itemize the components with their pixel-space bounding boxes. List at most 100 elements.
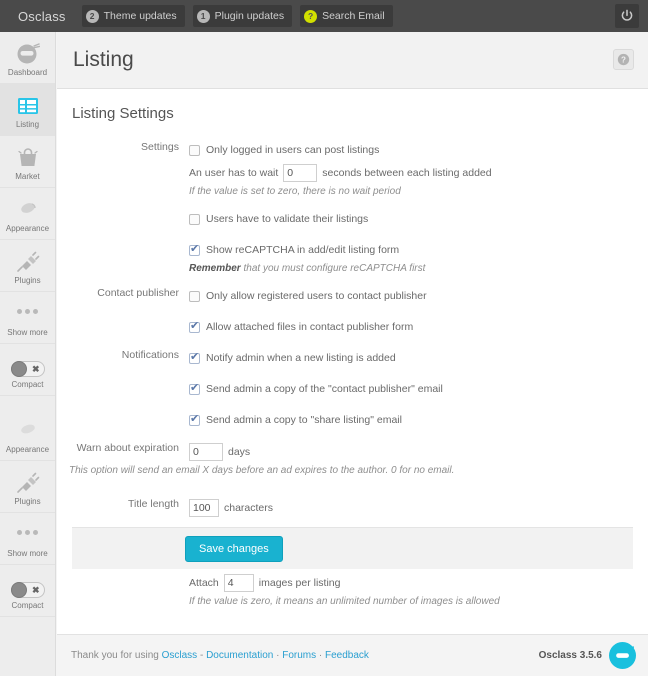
form-row-title-length: Title length characters: [57, 496, 648, 519]
copy-contact-publisher-checkbox[interactable]: [189, 381, 200, 395]
notifications-label: Notifications: [121, 349, 179, 361]
footer-link-feedback[interactable]: Feedback: [325, 650, 369, 661]
plugin-updates-label: Plugin updates: [214, 10, 285, 22]
registered-only-row[interactable]: Only allow registered users to contact p…: [189, 285, 648, 307]
sidebar-item-label: Market: [15, 171, 40, 181]
notify-admin-checkbox[interactable]: [189, 350, 200, 364]
attach-prefix-label: Attach: [189, 576, 219, 589]
sidebar-item-compact-2[interactable]: ✖ Compact: [0, 565, 55, 617]
sidebar-item-appearance[interactable]: Appearance: [0, 188, 55, 240]
sidebar-item-label: Plugins: [14, 275, 41, 285]
toggle-knob: [10, 360, 27, 377]
help-question-icon[interactable]: ?: [613, 49, 634, 70]
attach-count-input[interactable]: [223, 573, 254, 592]
recaptcha-hint-rest: that you must configure reCAPTCHA first: [240, 263, 426, 274]
footer-thanks-text: Thank you for using: [71, 650, 162, 661]
sidebar-item-listing[interactable]: Listing: [0, 84, 55, 136]
sidebar-item-label: Show more: [7, 548, 48, 558]
wait-seconds-input[interactable]: [283, 163, 318, 182]
title-length-input[interactable]: [189, 498, 219, 517]
show-recaptcha-checkbox[interactable]: [189, 242, 200, 256]
theme-updates-button[interactable]: 2 Theme updates: [81, 5, 185, 27]
expiration-days-input[interactable]: [189, 442, 223, 461]
version-label: Osclass 3.5.6: [538, 650, 602, 661]
brand-label: Osclass: [18, 8, 66, 24]
market-bag-icon: [16, 143, 40, 169]
form-row-expiration: Warn about expiration days: [57, 440, 648, 463]
attached-files-row[interactable]: Allow attached files in contact publishe…: [189, 316, 648, 338]
power-icon[interactable]: [615, 4, 639, 28]
show-recaptcha-label: Show reCAPTCHA in add/edit listing form: [206, 244, 400, 256]
osclass-ninja-logo-icon: [609, 642, 636, 669]
sidebar-item-plugins-2[interactable]: Plugins: [0, 461, 55, 513]
only-logged-in-checkbox[interactable]: [189, 144, 200, 156]
footer-sep-2: ·: [273, 650, 283, 661]
attach-count-spacer: [57, 571, 179, 609]
theme-updates-label: Theme updates: [103, 10, 177, 22]
notify-admin-row[interactable]: Notify admin when a new listing is added: [189, 347, 648, 369]
copy-contact-publisher-row[interactable]: Send admin a copy of the "contact publis…: [189, 378, 648, 400]
recaptcha-hint: Remember that you must configure reCAPTC…: [189, 261, 648, 276]
compact-toggle-2[interactable]: ✖: [10, 581, 45, 598]
attach-count-input-row: Attach images per listing: [189, 571, 648, 594]
power-glyph: [621, 9, 633, 21]
footer-link-documentation[interactable]: Documentation: [206, 650, 273, 661]
form-row-contact-publisher: Contact publisher Only allow registered …: [57, 285, 648, 338]
ellipsis-icon: [17, 299, 38, 325]
title-length-label: Title length: [128, 498, 179, 510]
svg-text:?: ?: [621, 56, 626, 65]
copy-share-listing-checkbox[interactable]: [189, 412, 200, 426]
appearance-paint-icon: [16, 416, 40, 442]
toggle-off-icon: ✖: [10, 351, 45, 377]
attach-hint: If the value is zero, it means an unlimi…: [189, 596, 500, 607]
form-row-notifications: Notifications Notify admin when a new li…: [57, 347, 648, 431]
attached-files-checkbox[interactable]: [189, 319, 200, 333]
sidebar-divider: [0, 396, 55, 409]
sidebar-item-show-more-2[interactable]: Show more: [0, 513, 55, 565]
plugins-plug-icon: [16, 247, 40, 273]
search-email-label: Search Email: [322, 10, 385, 22]
plugin-updates-button[interactable]: 1 Plugin updates: [192, 5, 293, 27]
compact-toggle[interactable]: ✖: [10, 360, 45, 377]
expiration-suffix-label: days: [228, 445, 251, 458]
footer-link-osclass[interactable]: Osclass: [162, 650, 198, 661]
sidebar-item-plugins[interactable]: Plugins: [0, 240, 55, 292]
sidebar-item-compact[interactable]: ✖ Compact: [0, 344, 55, 396]
ellipsis-icon: [17, 520, 38, 546]
sidebar-item-label: Compact: [11, 379, 44, 389]
toggle-off-icon: ✖: [10, 572, 45, 598]
users-validate-row[interactable]: Users have to validate their listings: [189, 208, 648, 230]
toggle-knob: [10, 581, 27, 598]
settings-label: Settings: [141, 141, 179, 153]
sidebar-item-show-more[interactable]: Show more: [0, 292, 55, 344]
title-length-input-row: characters: [189, 496, 648, 519]
sidebar-item-label: Dashboard: [7, 67, 48, 77]
plugin-updates-badge: 1: [196, 9, 210, 23]
wait-seconds-row: An user has to wait seconds between each…: [189, 161, 648, 184]
attached-files-label: Allow attached files in contact publishe…: [206, 321, 414, 333]
users-validate-checkbox[interactable]: [189, 213, 200, 225]
save-changes-button[interactable]: Save changes: [185, 535, 283, 562]
section-title: Listing Settings: [72, 105, 174, 122]
footer-link-forums[interactable]: Forums: [282, 650, 316, 661]
sidebar-item-dashboard[interactable]: Dashboard: [0, 32, 55, 84]
appearance-paint-icon: [16, 195, 40, 221]
sidebar-item-label: Compact: [11, 600, 44, 610]
only-logged-in-row[interactable]: Only logged in users can post listings: [189, 139, 648, 161]
registered-only-label: Only allow registered users to contact p…: [206, 290, 427, 302]
show-recaptcha-row[interactable]: Show reCAPTCHA in add/edit listing form: [189, 239, 648, 261]
dashboard-ninja-icon: [16, 39, 40, 65]
sidebar-item-label: Appearance: [5, 223, 50, 233]
close-icon: ✖: [31, 363, 40, 374]
users-validate-label: Users have to validate their listings: [206, 213, 369, 225]
copy-share-listing-row[interactable]: Send admin a copy to "share listing" ema…: [189, 409, 648, 431]
sidebar-item-market[interactable]: Market: [0, 136, 55, 188]
search-email-button[interactable]: ? Search Email: [300, 5, 393, 27]
registered-only-checkbox[interactable]: [189, 290, 200, 302]
help-glyph: ?: [617, 53, 630, 66]
notify-admin-label: Notify admin when a new listing is added: [206, 352, 396, 364]
listing-grid-icon: [16, 91, 40, 117]
page-title: Listing: [73, 48, 134, 71]
sidebar-item-appearance-2[interactable]: Appearance: [0, 409, 55, 461]
sidebar-item-label: Listing: [15, 119, 40, 129]
